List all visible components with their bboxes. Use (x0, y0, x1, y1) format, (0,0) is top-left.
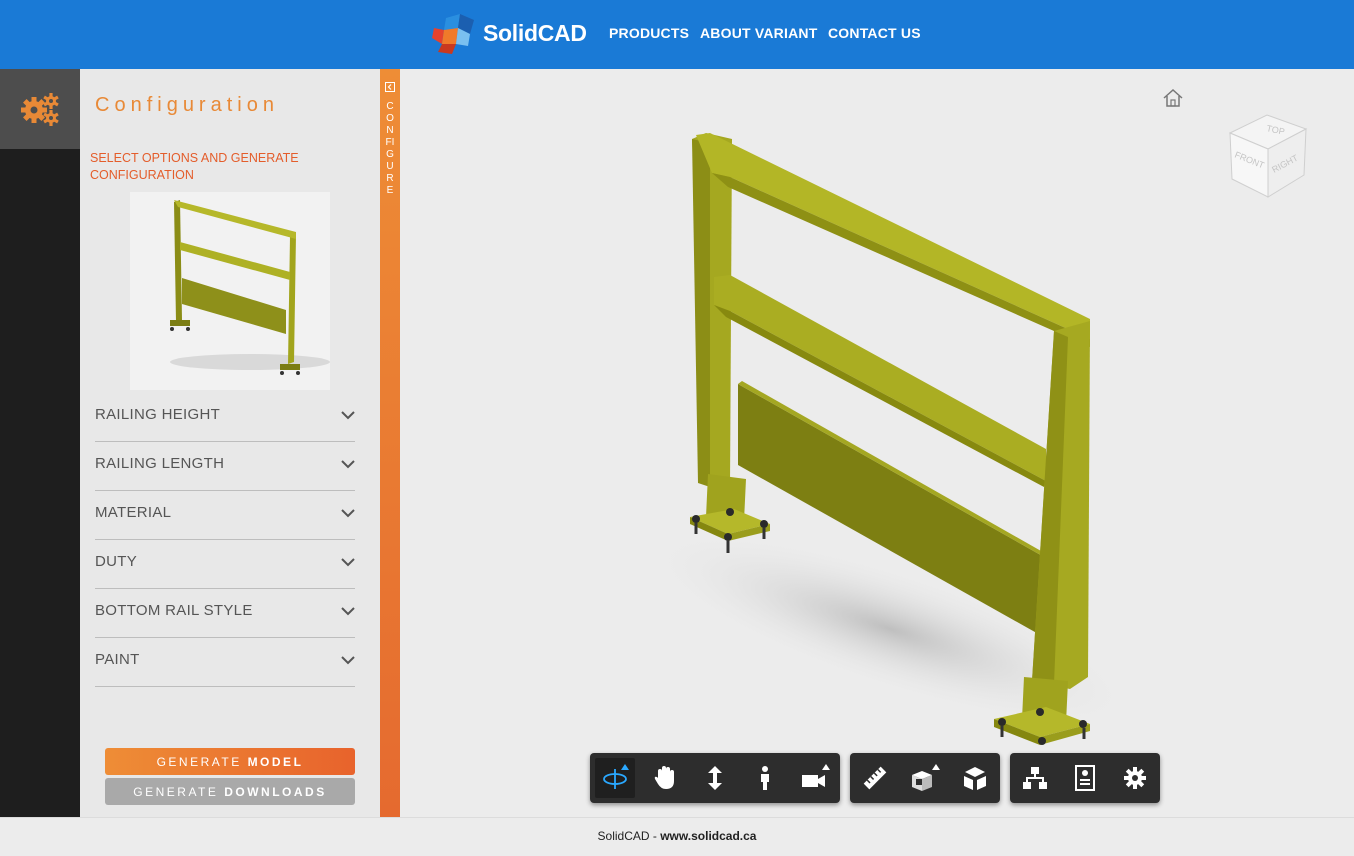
navigation-toolbar (590, 753, 840, 803)
orbit-tool[interactable] (595, 758, 635, 798)
configure-side-tab[interactable]: CONFIGURE (380, 69, 400, 817)
chevron-down-icon (341, 509, 355, 518)
chevron-down-icon (341, 411, 355, 420)
section-icon (912, 764, 940, 791)
collapse-icon (385, 82, 395, 92)
generate-model-button[interactable]: GENERATE MODEL (105, 748, 355, 775)
button-prefix: GENERATE (133, 785, 219, 799)
panel-subtitle: SELECT OPTIONS AND GENERATE CONFIGURATIO… (90, 151, 299, 182)
home-icon[interactable] (1162, 88, 1184, 108)
footer-separator: - (649, 829, 661, 843)
gears-icon (21, 93, 59, 126)
tools-toolbar (850, 753, 1000, 803)
pan-icon (654, 766, 674, 789)
section-tool[interactable] (905, 758, 945, 798)
first-person-tool[interactable] (745, 758, 785, 798)
page-footer: SolidCAD - www.solidcad.ca (0, 817, 1354, 856)
generate-downloads-button[interactable]: GENERATE DOWNLOADS (105, 778, 355, 805)
option-paint[interactable]: PAINT (95, 638, 355, 687)
zoom-icon (708, 766, 722, 790)
footer-url-link[interactable]: www.solidcad.ca (660, 829, 756, 843)
explode-icon (964, 767, 986, 790)
first-person-icon (761, 766, 769, 790)
model-browser-icon (1023, 767, 1047, 789)
option-label: RAILING LENGTH (95, 455, 225, 472)
option-railing-length[interactable]: RAILING LENGTH (95, 442, 355, 491)
railing-thumbnail (130, 192, 330, 390)
footer-company: SolidCAD (597, 829, 650, 843)
configure-tab-label: CONFIGURE (385, 101, 395, 196)
nav-about-variant[interactable]: ABOUT VARIANT (700, 25, 817, 41)
button-strong: MODEL (247, 755, 304, 769)
nav-contact-us[interactable]: CONTACT US (828, 25, 921, 41)
explode-tool[interactable] (955, 758, 995, 798)
top-header: SolidCAD PRODUCTS ABOUT VARIANT CONTACT … (0, 0, 1354, 69)
camera-tool[interactable] (795, 758, 835, 798)
properties-icon (1075, 765, 1095, 791)
nav-products[interactable]: PRODUCTS (609, 25, 689, 41)
railing-3d-model[interactable] (400, 69, 1354, 817)
solidcad-logo-icon[interactable] (432, 14, 476, 54)
option-duty[interactable]: DUTY (95, 540, 355, 589)
camera-icon (802, 764, 830, 787)
panels-toolbar (1010, 753, 1160, 803)
chevron-down-icon (341, 607, 355, 616)
measure-tool[interactable] (855, 758, 895, 798)
option-label: MATERIAL (95, 504, 172, 521)
option-label: RAILING HEIGHT (95, 406, 221, 423)
viewcube-icon[interactable]: TOP FRONT RIGHT (1222, 111, 1312, 203)
configuration-menu-button[interactable] (0, 69, 80, 149)
chevron-down-icon (341, 460, 355, 469)
pan-tool[interactable] (645, 758, 685, 798)
settings-icon (1124, 767, 1146, 789)
model-browser-tool[interactable] (1015, 758, 1055, 798)
measure-icon (863, 766, 887, 790)
option-material[interactable]: MATERIAL (95, 491, 355, 540)
option-label: PAINT (95, 651, 140, 668)
configuration-panel: Configuration SELECT OPTIONS AND GENERAT… (80, 69, 380, 817)
option-bottom-rail-style[interactable]: BOTTOM RAIL STYLE (95, 589, 355, 638)
option-label: BOTTOM RAIL STYLE (95, 602, 253, 619)
button-prefix: GENERATE (156, 755, 242, 769)
zoom-tool[interactable] (695, 758, 735, 798)
orbit-icon (603, 764, 629, 789)
chevron-down-icon (341, 558, 355, 567)
3d-viewer[interactable]: TOP FRONT RIGHT (400, 69, 1354, 817)
properties-tool[interactable] (1065, 758, 1105, 798)
settings-tool[interactable] (1115, 758, 1155, 798)
brand-name[interactable]: SolidCAD (483, 20, 587, 47)
left-rail (0, 69, 80, 817)
chevron-down-icon (341, 656, 355, 665)
option-railing-height[interactable]: RAILING HEIGHT (95, 393, 355, 442)
panel-title: Configuration (95, 94, 279, 116)
button-strong: DOWNLOADS (224, 785, 327, 799)
option-label: DUTY (95, 553, 138, 570)
